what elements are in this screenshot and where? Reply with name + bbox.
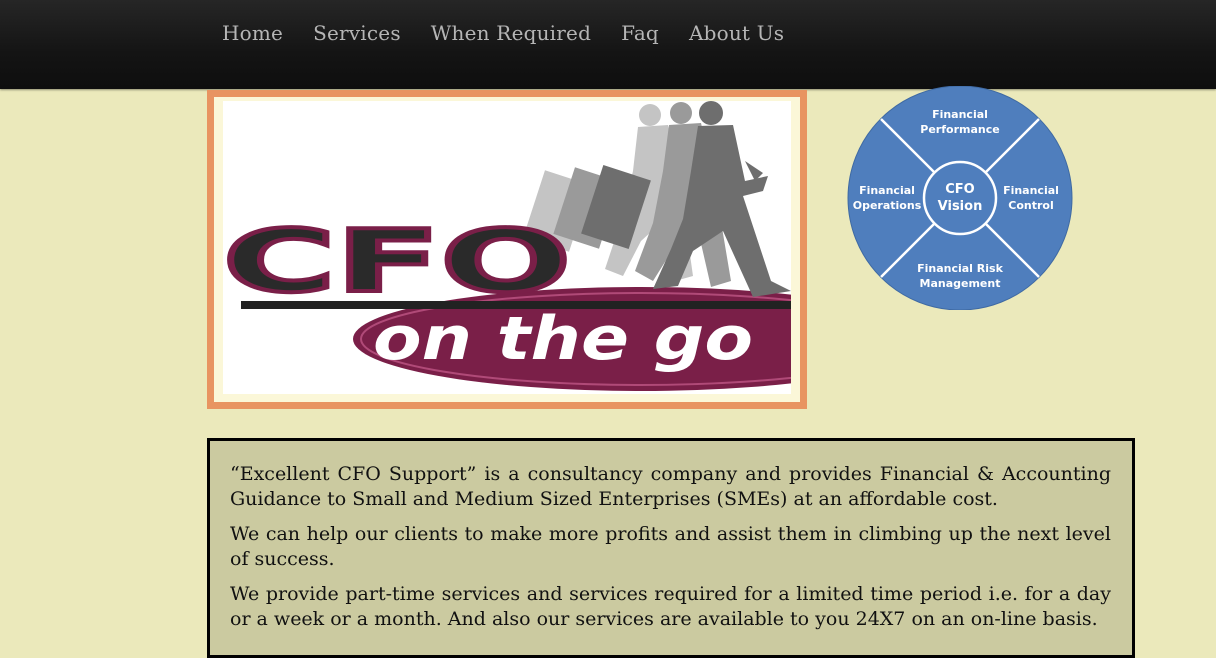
- nav-link-faq[interactable]: Faq: [621, 21, 659, 45]
- nav-item-services: Services: [313, 21, 401, 45]
- wheel-top-line1: Financial: [932, 108, 988, 121]
- nav-item-faq: Faq: [621, 21, 659, 45]
- wheel-left-line1: Financial: [859, 184, 915, 197]
- logo-frame: CFO on the go: [207, 90, 807, 409]
- wheel-right-line1: Financial: [1003, 184, 1059, 197]
- nav-item-home: Home: [222, 21, 283, 45]
- wheel-center-line2: Vision: [938, 199, 983, 214]
- nav-link-when-required[interactable]: When Required: [431, 21, 591, 45]
- wheel-bottom-line1: Financial Risk: [917, 262, 1003, 275]
- logo-inner: CFO on the go: [214, 97, 800, 402]
- top-navigation-bar: Home Services When Required Faq About Us: [0, 0, 1216, 89]
- nav-menu: Home Services When Required Faq About Us: [222, 21, 814, 45]
- wheel-bottom-line2: Management: [920, 277, 1001, 290]
- wheel-left-line2: Operations: [853, 199, 922, 212]
- nav-link-services[interactable]: Services: [313, 21, 401, 45]
- cfo-vision-wheel: CFO Vision Financial Performance Financi…: [847, 86, 1073, 310]
- wheel-center-line1: CFO: [945, 182, 974, 197]
- intro-paragraph-3: We provide part-time services and servic…: [230, 583, 1111, 630]
- nav-item-about-us: About Us: [689, 21, 784, 45]
- wheel-right-line2: Control: [1008, 199, 1053, 212]
- logo-on-the-go-text: on the go: [373, 304, 753, 374]
- intro-paragraph-1: “Excellent CFO Support” is a consultancy…: [230, 463, 1111, 510]
- nav-link-about-us[interactable]: About Us: [689, 21, 784, 45]
- nav-item-when-required: When Required: [431, 21, 591, 45]
- intro-paragraph-2: We can help our clients to make more pro…: [230, 523, 1111, 570]
- wheel-top-line2: Performance: [920, 123, 999, 136]
- logo-cfo-text: CFO: [223, 212, 571, 312]
- nav-link-home[interactable]: Home: [222, 21, 283, 45]
- cfo-on-the-go-logo: CFO on the go: [223, 101, 791, 394]
- intro-content-box: “Excellent CFO Support” is a consultancy…: [207, 438, 1135, 658]
